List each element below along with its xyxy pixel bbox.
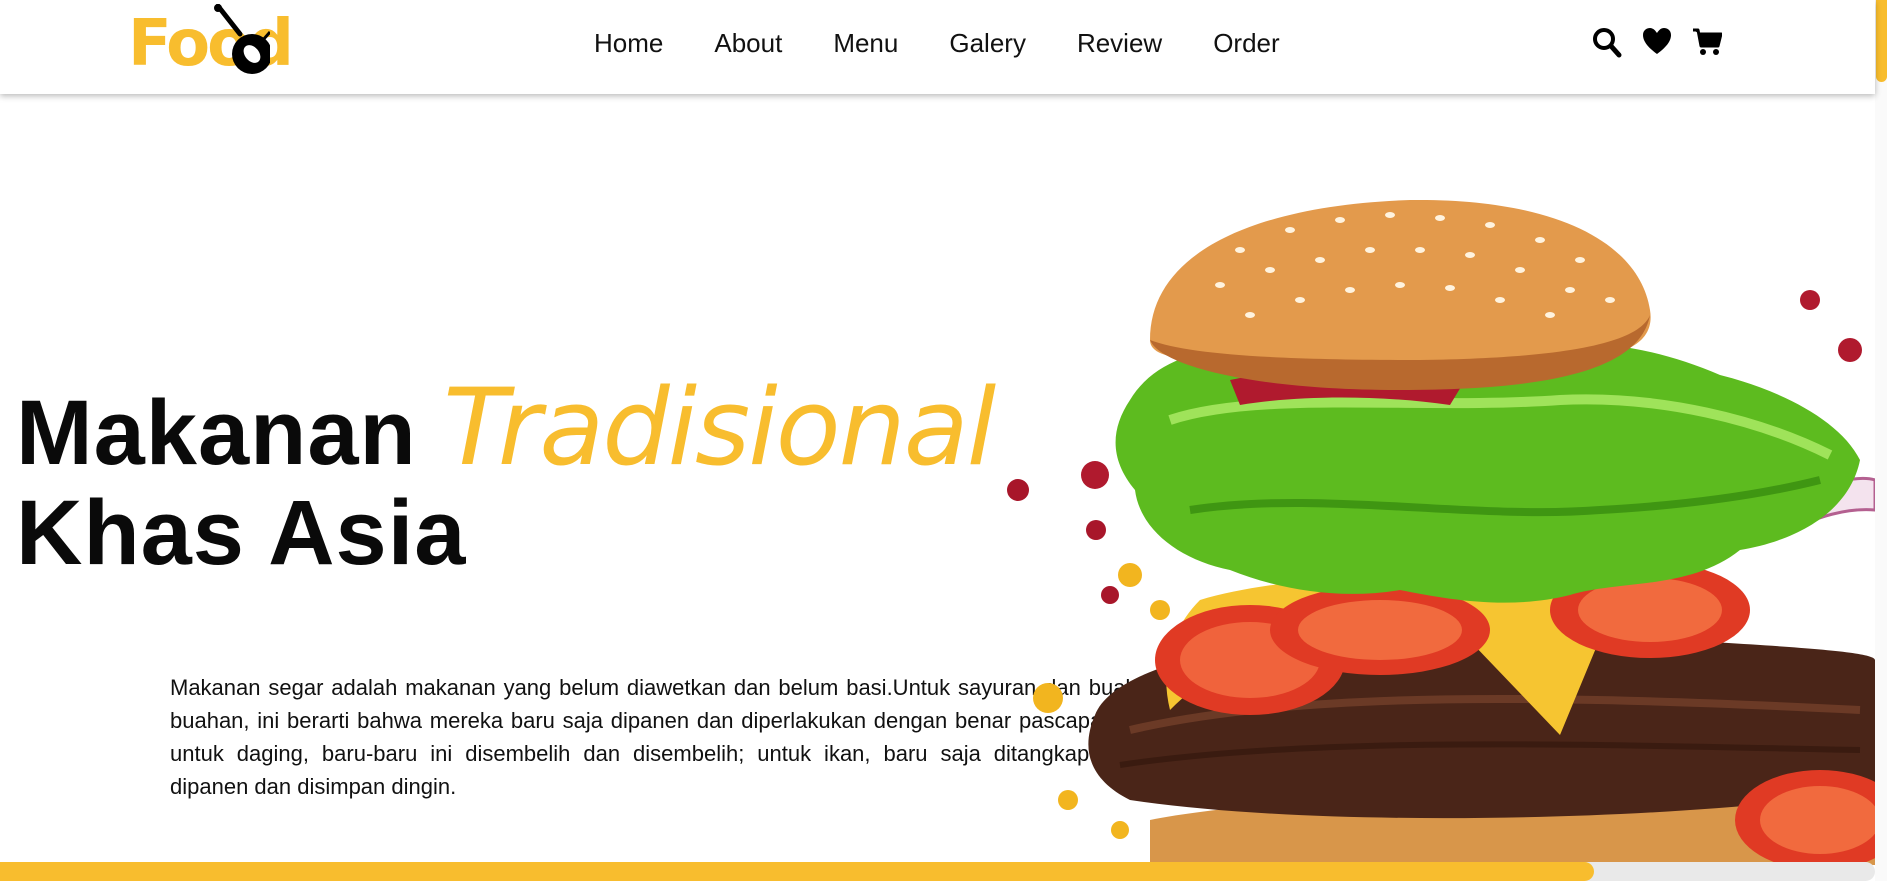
page-scrollbar-thumb[interactable] (1876, 0, 1887, 82)
cart-icon[interactable] (1692, 26, 1722, 58)
brand-logo[interactable]: Food (128, 4, 294, 84)
nav-icons (1592, 26, 1722, 58)
nav-review-link[interactable]: Review (1077, 28, 1162, 58)
nav-menu-link[interactable]: Menu (833, 28, 898, 58)
navbar: Food Home About Menu Galery Review Order (0, 0, 1875, 94)
heart-icon[interactable] (1642, 26, 1672, 58)
hero-title: Makanan Tradisional Khas Asia (16, 375, 996, 584)
hero-title-part1: Makanan (16, 382, 444, 484)
nav-galery-link[interactable]: Galery (949, 28, 1026, 58)
burger-image (1007, 199, 1875, 865)
nav-order-link[interactable]: Order (1213, 28, 1279, 58)
hero-description: Makanan segar adalah makanan yang belum … (170, 675, 1145, 799)
hero-title-part2: Khas Asia (16, 482, 467, 584)
hero-title-accent: Tradisional (443, 366, 996, 489)
horizontal-scrollbar-thumb[interactable] (0, 862, 1594, 881)
nav-home-link[interactable]: Home (594, 28, 663, 58)
page-scrollbar[interactable] (1875, 0, 1887, 881)
search-icon[interactable] (1592, 26, 1622, 58)
nav-about-link[interactable]: About (714, 28, 782, 58)
main-nav: Home About Menu Galery Review Order (594, 28, 1331, 58)
fork-spoon-icon (214, 4, 270, 74)
